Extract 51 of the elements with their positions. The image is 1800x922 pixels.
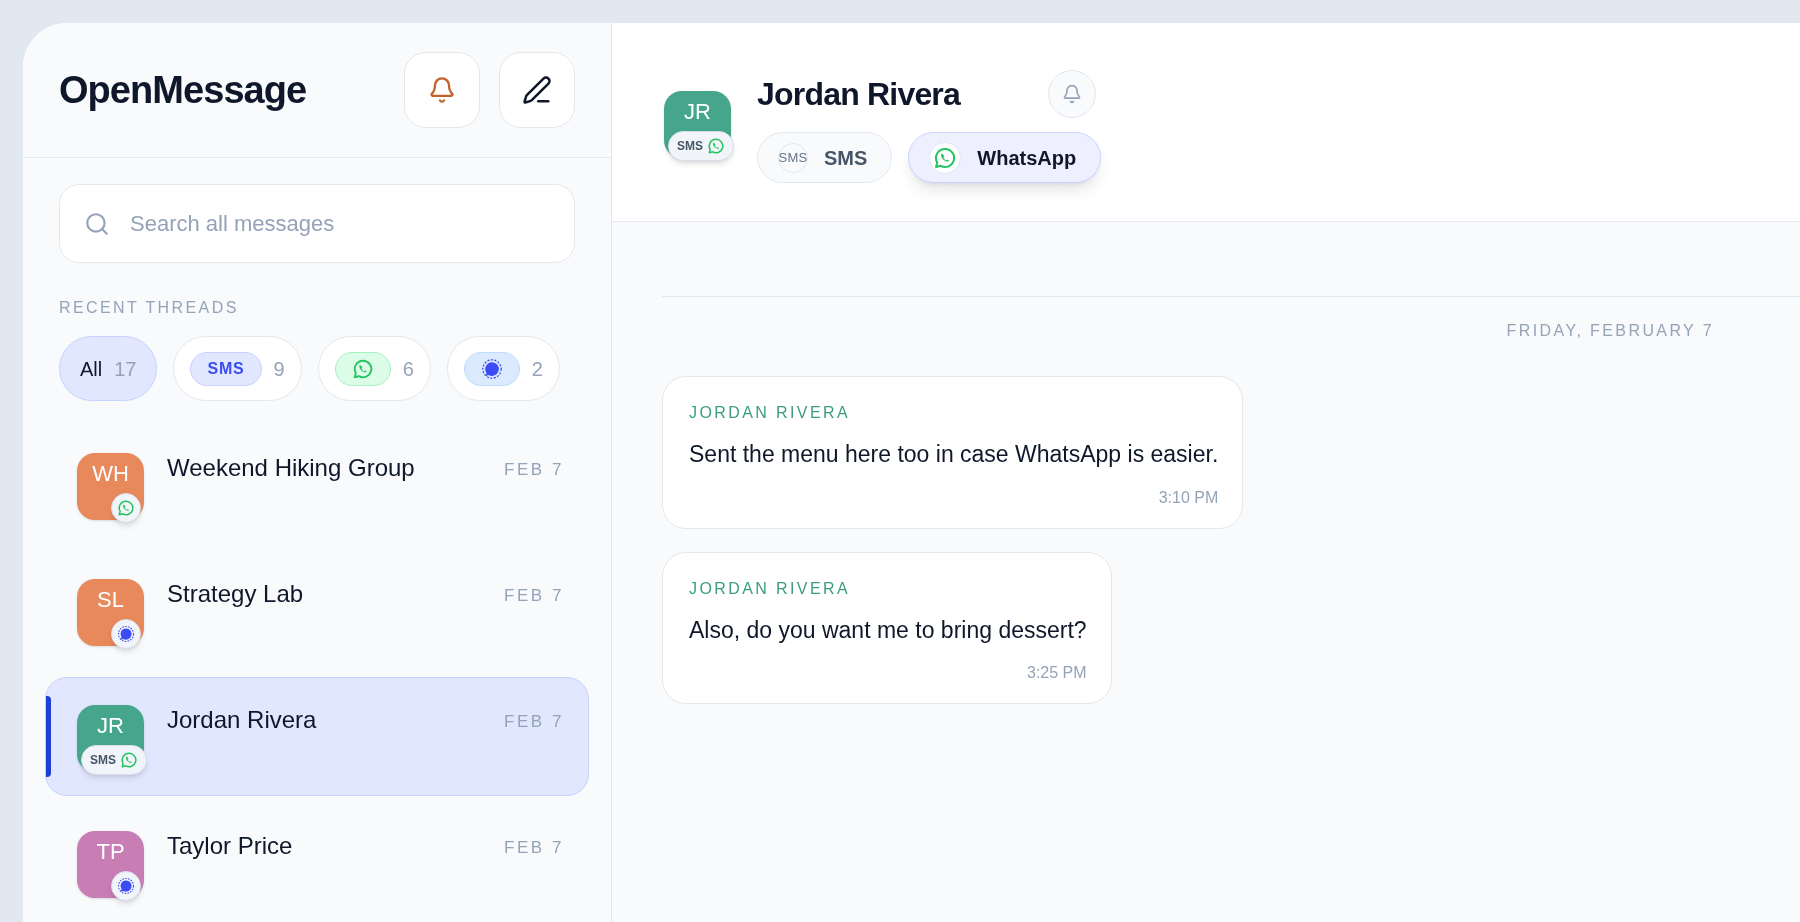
date-divider: FRIDAY, FEBRUARY 7 <box>1506 321 1714 341</box>
notifications-button[interactable] <box>1048 70 1097 118</box>
whatsapp-icon <box>933 145 958 170</box>
thread-name: Strategy Lab <box>167 579 305 609</box>
sender-name: JORDAN RIVERA <box>689 578 851 599</box>
sender-name: JORDAN RIVERA <box>689 403 851 423</box>
compose-button[interactable] <box>499 52 575 128</box>
bell-icon <box>428 76 456 104</box>
filter-chip[interactable]: All 17 <box>59 336 158 401</box>
channel-tab[interactable]: WhatsApp <box>908 132 1102 183</box>
notifications-button[interactable] <box>404 52 480 128</box>
contact-name: Jordan Rivera <box>757 75 961 114</box>
filter-count: 6 <box>402 356 414 382</box>
chat-bubble-icon <box>117 877 135 895</box>
chat-bubble-icon <box>480 357 503 380</box>
bell-icon <box>1062 84 1083 104</box>
message-text: Sent the menu here too in case WhatsApp is easier. <box>689 440 1219 469</box>
pen-icon <box>522 75 552 105</box>
search-field[interactable]: Search all messages <box>59 184 575 263</box>
message-time: 3:10 PM <box>1158 487 1219 508</box>
message-time: 3:25 PM <box>1027 663 1087 683</box>
whatsapp-icon <box>351 357 374 380</box>
search-input[interactable]: Search all messages <box>130 207 550 240</box>
thread-name: Jordan Rivera <box>167 705 318 735</box>
whatsapp-icon <box>117 499 135 517</box>
sms-label: SMS <box>90 752 116 769</box>
channel-tab[interactable]: SMS SMS <box>757 132 893 183</box>
thread-item[interactable]: TP Taylor Price FEB 7 <box>45 803 589 922</box>
thread-date: FEB 7 <box>504 837 564 859</box>
filter-count: 9 <box>273 356 285 382</box>
filter-count: 17 <box>114 356 137 382</box>
filter-label: All <box>80 356 103 382</box>
thread-name: Weekend Hiking Group <box>167 453 416 483</box>
chat-bubble-icon <box>117 625 135 643</box>
thread-item[interactable]: JR SMS Jordan Rivera FEB 7 <box>45 677 589 796</box>
section-label: RECENT THREADS <box>59 298 240 318</box>
filter-count: 2 <box>531 356 543 382</box>
sms-label: SMS <box>677 138 703 155</box>
whatsapp-icon <box>707 137 725 155</box>
thread-date: FEB 7 <box>504 585 564 607</box>
search-icon <box>84 210 110 237</box>
whatsapp-icon <box>120 751 138 769</box>
sms-tag: SMS <box>190 351 262 386</box>
thread-item[interactable]: SL Strategy Lab FEB 7 <box>45 551 589 670</box>
filter-chip[interactable]: SMS 9 <box>173 336 302 401</box>
thread-date: FEB 7 <box>504 711 564 733</box>
thread-date: FEB 7 <box>504 459 564 481</box>
thread-item[interactable]: WH Weekend Hiking Group FEB 7 <box>45 425 589 544</box>
thread-name: Taylor Price <box>167 831 294 861</box>
app-title: OpenMessage <box>59 67 307 113</box>
message-text: Also, do you want me to bring dessert? <box>689 615 1087 645</box>
